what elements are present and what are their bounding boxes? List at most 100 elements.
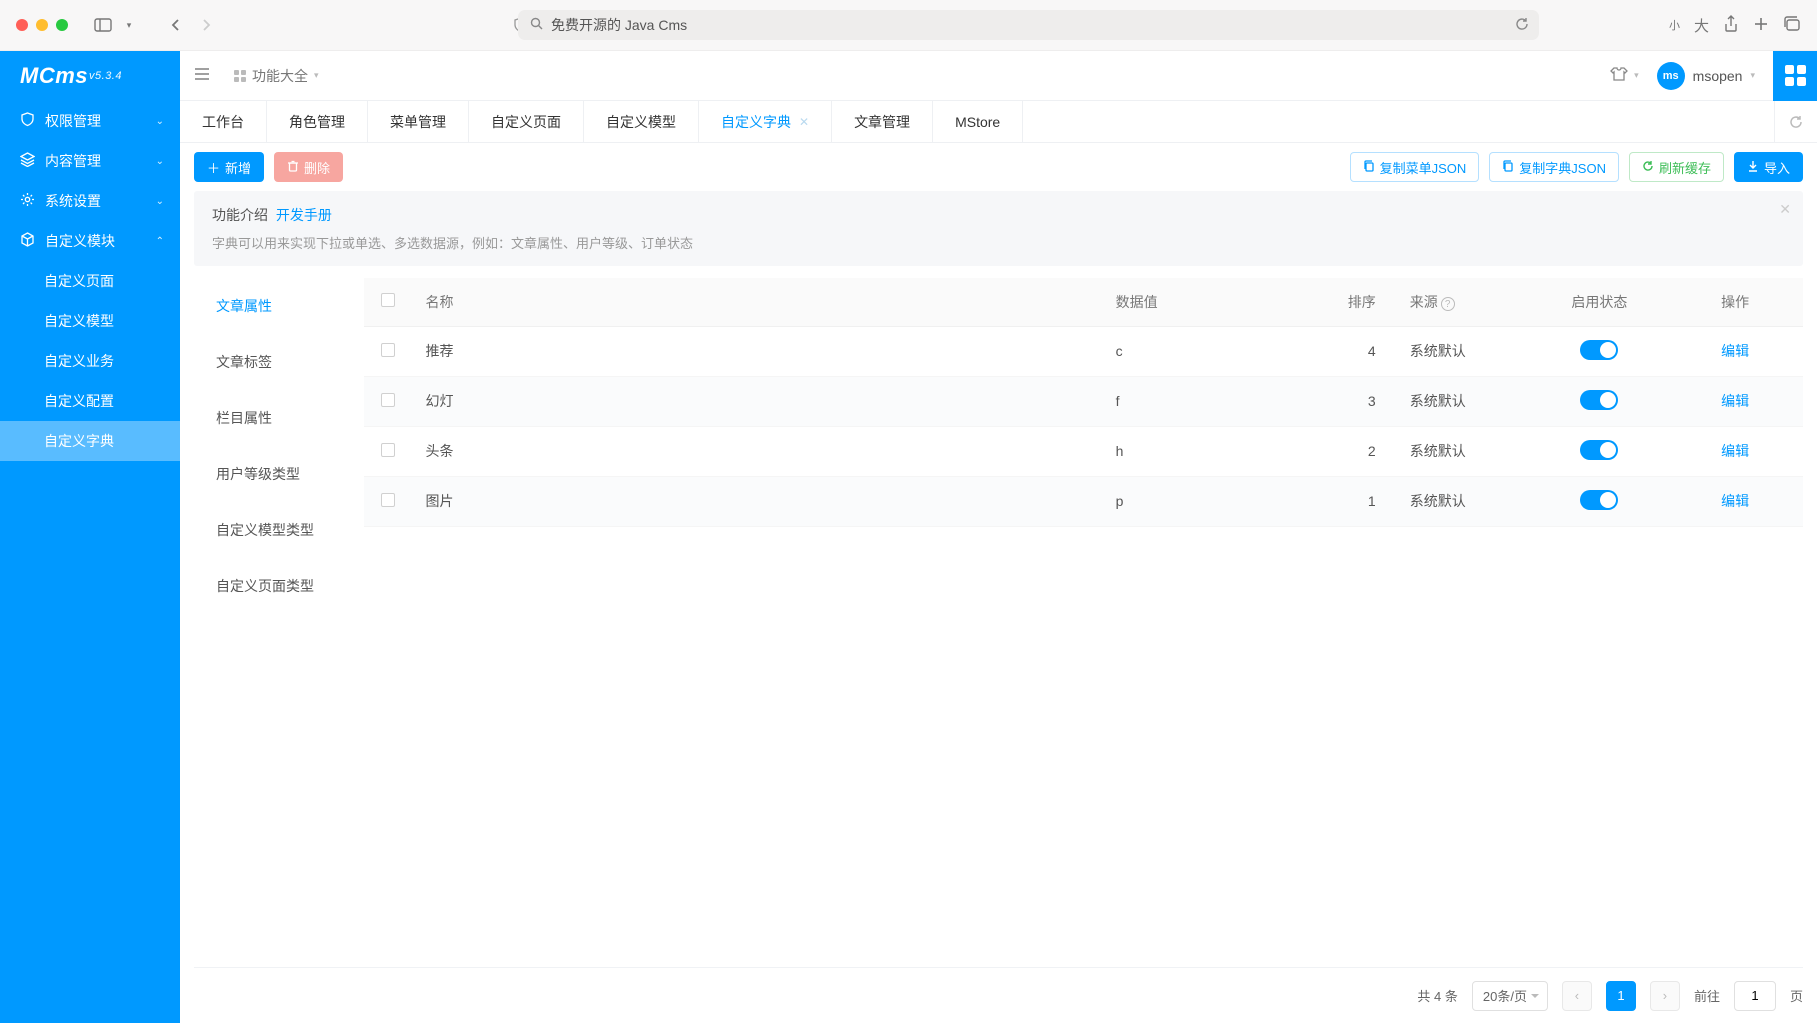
username: msopen [1693, 68, 1743, 84]
close-icon[interactable]: ✕ [1779, 201, 1791, 218]
chevron-down-icon[interactable]: ▾ [118, 14, 140, 36]
tab-3[interactable]: 自定义页面 [469, 101, 584, 142]
nav-group-1[interactable]: 内容管理⌄ [0, 141, 180, 181]
chevron-down-icon: ▾ [1634, 70, 1639, 81]
category-list: 文章属性文章标签栏目属性用户等级类型自定义模型类型自定义页面类型 [194, 278, 364, 967]
chevron-down-icon: ⌄ [156, 156, 164, 167]
category-item-2[interactable]: 栏目属性 [194, 390, 364, 446]
tab-7[interactable]: MStore [933, 101, 1023, 142]
logo: MCmsv5.3.4 [0, 51, 180, 101]
select-all-checkbox[interactable] [381, 293, 395, 307]
category-item-5[interactable]: 自定义页面类型 [194, 558, 364, 614]
copy-icon [1502, 160, 1514, 175]
tab-2[interactable]: 菜单管理 [368, 101, 469, 142]
tab-label: 自定义字典 [721, 112, 791, 132]
goto-input[interactable] [1734, 981, 1776, 1011]
next-page-button[interactable]: › [1650, 981, 1680, 1011]
cell-name: 幻灯 [412, 376, 1102, 426]
copy-menu-json-button[interactable]: 复制菜单JSON [1350, 152, 1480, 182]
sidebar-toggle-icon[interactable] [92, 14, 114, 36]
row-checkbox[interactable] [381, 443, 395, 457]
window-zoom[interactable] [56, 19, 68, 31]
tab-1[interactable]: 角色管理 [267, 101, 368, 142]
row-checkbox[interactable] [381, 493, 395, 507]
row-checkbox[interactable] [381, 343, 395, 357]
nav-group-3[interactable]: 自定义模块⌃ [0, 221, 180, 261]
delete-button[interactable]: 删除 [274, 152, 343, 182]
col-sort: 排序 [1294, 278, 1396, 326]
nav-sub-2[interactable]: 自定义业务 [0, 341, 180, 381]
text-small[interactable]: 小 [1669, 17, 1680, 33]
page-number-button[interactable]: 1 [1606, 981, 1636, 1011]
nav-sub-0[interactable]: 自定义页面 [0, 261, 180, 301]
nav-group-0[interactable]: 权限管理⌄ [0, 101, 180, 141]
enable-switch[interactable] [1580, 440, 1618, 460]
page-size-select[interactable]: 20条/页 [1472, 981, 1548, 1011]
theme-icon[interactable] [1610, 65, 1628, 86]
edit-link[interactable]: 编辑 [1721, 393, 1749, 409]
share-icon[interactable] [1723, 15, 1739, 36]
tabs-icon[interactable] [1783, 16, 1801, 35]
tab-6[interactable]: 文章管理 [832, 101, 933, 142]
enable-switch[interactable] [1580, 490, 1618, 510]
reload-icon[interactable] [1515, 17, 1529, 34]
address-bar[interactable]: 免费开源的 Java Cms [518, 10, 1539, 40]
action-toolbar: ＋新增 删除 复制菜单JSON 复制字典JSON 刷新缓存 导入 [180, 143, 1817, 191]
category-item-0[interactable]: 文章属性 [194, 278, 364, 334]
banner-subtitle: 字典可以用来实现下拉或单选、多选数据源，例如：文章属性、用户等级、订单状态 [212, 233, 1785, 252]
import-button[interactable]: 导入 [1734, 152, 1803, 182]
dev-manual-link[interactable]: 开发手册 [276, 207, 332, 223]
tab-label: 角色管理 [289, 112, 345, 132]
edit-link[interactable]: 编辑 [1721, 343, 1749, 359]
new-tab-icon[interactable] [1753, 16, 1769, 35]
tab-5[interactable]: 自定义字典 ✕ [699, 101, 832, 142]
tab-4[interactable]: 自定义模型 [584, 101, 699, 142]
close-tab-icon[interactable]: ✕ [799, 115, 809, 129]
help-icon[interactable]: ? [1441, 297, 1455, 311]
edit-link[interactable]: 编辑 [1721, 443, 1749, 459]
enable-switch[interactable] [1580, 390, 1618, 410]
col-name: 名称 [412, 278, 1102, 326]
category-item-1[interactable]: 文章标签 [194, 334, 364, 390]
user-menu[interactable]: ms msopen ▾ [1657, 62, 1755, 90]
nav-sub-4[interactable]: 自定义字典 [0, 421, 180, 461]
apps-button[interactable] [1773, 51, 1817, 101]
browser-toolbar: ▾ 免费开源的 Java Cms 小 大 [0, 0, 1817, 51]
back-button[interactable] [164, 14, 186, 36]
trash-icon [287, 160, 299, 175]
tabs-refresh[interactable] [1774, 101, 1817, 142]
window-close[interactable] [16, 19, 28, 31]
enable-switch[interactable] [1580, 340, 1618, 360]
category-item-3[interactable]: 用户等级类型 [194, 446, 364, 502]
chevron-down-icon: ▾ [1750, 70, 1755, 81]
tabs: 工作台 角色管理 菜单管理自定义页面自定义模型 自定义字典 ✕ 文章管理MStore [180, 101, 1817, 143]
gear-icon [20, 192, 35, 210]
row-checkbox[interactable] [381, 393, 395, 407]
table-row: 推荐 c 4 系统默认 编辑 [364, 326, 1803, 376]
edit-link[interactable]: 编辑 [1721, 493, 1749, 509]
nav-group-2[interactable]: 系统设置⌄ [0, 181, 180, 221]
refresh-label: 刷新缓存 [1659, 158, 1711, 177]
avatar: ms [1657, 62, 1685, 90]
collapse-sidebar-icon[interactable] [194, 67, 214, 84]
col-value: 数据值 [1102, 278, 1294, 326]
sidebar: MCmsv5.3.4 权限管理⌄内容管理⌄系统设置⌄自定义模块⌃ 自定义页面自定… [0, 51, 180, 1023]
table-row: 幻灯 f 3 系统默认 编辑 [364, 376, 1803, 426]
copy-dict-json-button[interactable]: 复制字典JSON [1489, 152, 1619, 182]
tab-label: 工作台 [202, 112, 244, 132]
copy-menu-label: 复制菜单JSON [1380, 158, 1467, 177]
prev-page-button[interactable]: ‹ [1562, 981, 1592, 1011]
nav-sub-3[interactable]: 自定义配置 [0, 381, 180, 421]
forward-button[interactable] [196, 14, 218, 36]
nav-sub-1[interactable]: 自定义模型 [0, 301, 180, 341]
window-minimize[interactable] [36, 19, 48, 31]
tab-0[interactable]: 工作台 [180, 101, 267, 142]
nav-group-label: 自定义模块 [45, 231, 115, 251]
text-large[interactable]: 大 [1694, 15, 1709, 36]
add-button[interactable]: ＋新增 [194, 152, 264, 182]
refresh-cache-button[interactable]: 刷新缓存 [1629, 152, 1724, 182]
all-functions-label: 功能大全 [252, 66, 308, 86]
category-item-4[interactable]: 自定义模型类型 [194, 502, 364, 558]
col-action: 操作 [1667, 278, 1803, 326]
all-functions-menu[interactable]: 功能大全 ▾ [234, 66, 319, 86]
